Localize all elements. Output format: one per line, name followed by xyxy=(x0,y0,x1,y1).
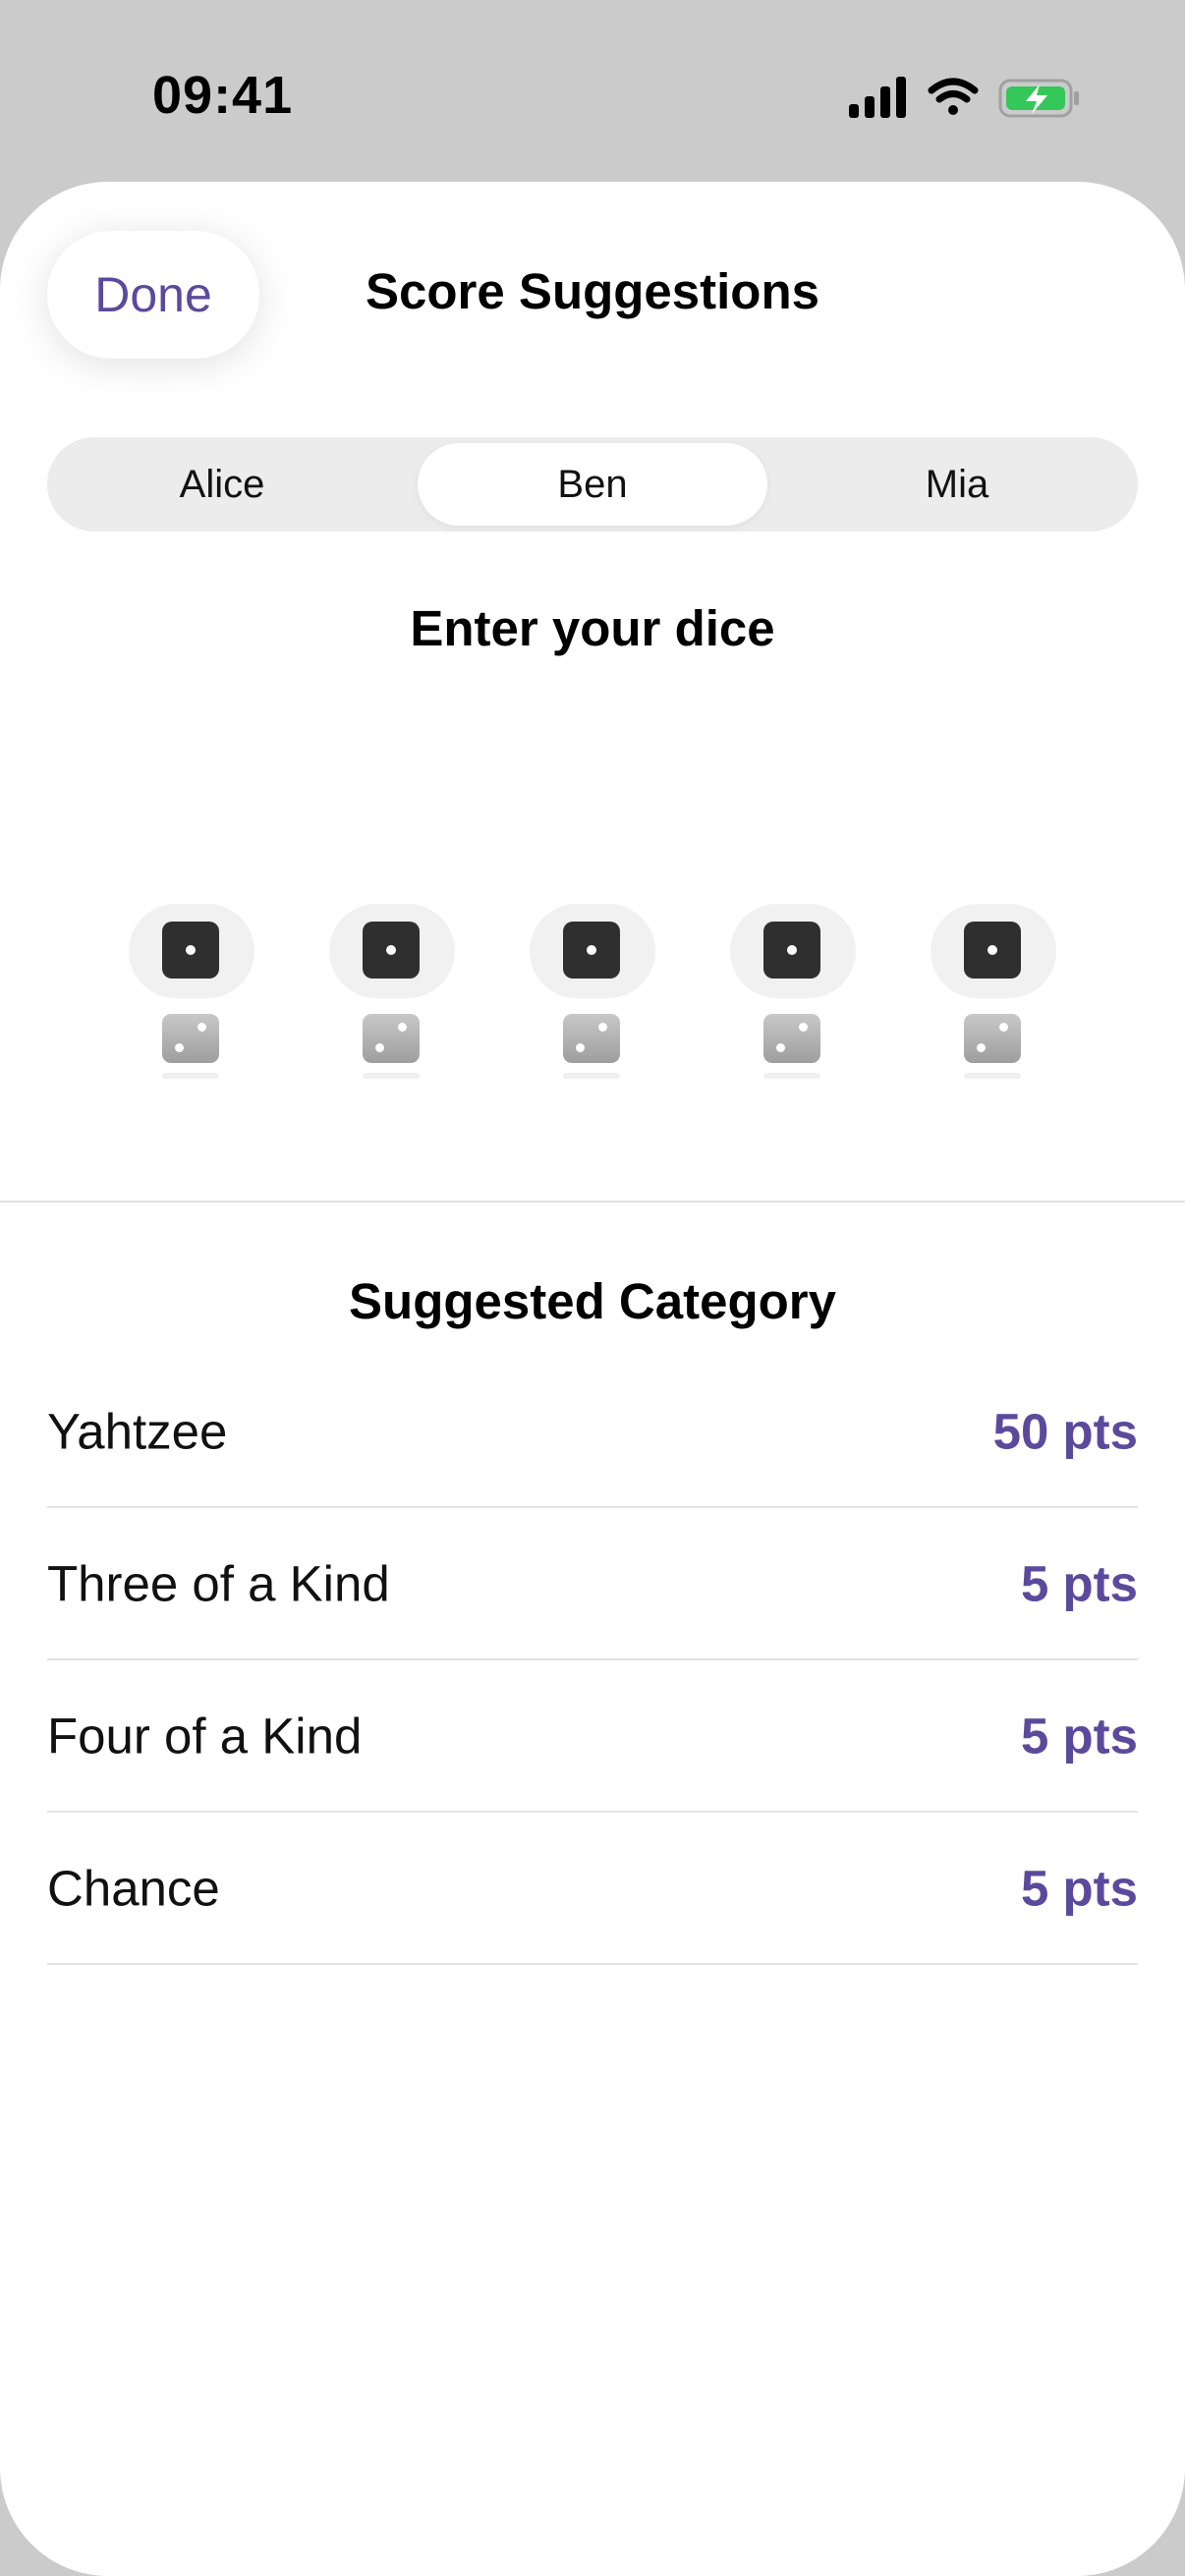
die-three-icon xyxy=(763,1073,820,1079)
points-value: 50 pts xyxy=(992,1403,1138,1459)
die-three-icon xyxy=(363,1073,420,1079)
battery-charging-icon xyxy=(998,79,1079,118)
die-two-icon[interactable] xyxy=(563,1014,620,1063)
die-two-icon[interactable] xyxy=(763,1014,820,1063)
die-one-icon xyxy=(763,922,820,979)
die-three-icon xyxy=(162,1073,219,1079)
die-picker-5[interactable] xyxy=(931,904,1056,1287)
player-tab-mia[interactable]: Mia xyxy=(782,443,1132,526)
player-tab-alice[interactable]: Alice xyxy=(47,443,397,526)
category-label: Yahtzee xyxy=(47,1403,228,1459)
die-picker-4[interactable] xyxy=(730,904,856,1287)
points-value: 5 pts xyxy=(1020,1708,1138,1764)
status-icons xyxy=(847,71,1083,126)
suggestion-row-three-of-a-kind[interactable]: Three of a Kind 5 pts xyxy=(47,1508,1138,1660)
suggestion-row-yahtzee[interactable]: Yahtzee 50 pts xyxy=(47,1356,1138,1508)
die-two-icon[interactable] xyxy=(162,1014,219,1063)
die-picker-3[interactable] xyxy=(530,904,655,1287)
wifi-icon xyxy=(928,78,979,115)
points-value: 5 pts xyxy=(1020,1555,1138,1611)
die-one-icon xyxy=(563,922,620,979)
enter-dice-title: Enter your dice xyxy=(410,600,775,656)
status-time: 09:41 xyxy=(152,66,294,125)
category-label: Chance xyxy=(47,1860,220,1916)
player-segmented-control: Alice Ben Mia xyxy=(47,437,1138,532)
die-one-icon xyxy=(363,922,420,979)
die-three-icon xyxy=(964,1073,1021,1079)
die-picker-2[interactable] xyxy=(329,904,455,1287)
dice-picker-row xyxy=(0,904,1185,1287)
suggestion-row-four-of-a-kind[interactable]: Four of a Kind 5 pts xyxy=(47,1660,1138,1813)
die-two-icon[interactable] xyxy=(363,1014,420,1063)
die-three-icon xyxy=(563,1073,620,1079)
suggestion-list: Yahtzee 50 pts Three of a Kind 5 pts Fou… xyxy=(47,1356,1138,1965)
suggested-category-title: Suggested Category xyxy=(349,1273,836,1329)
die-two-icon[interactable] xyxy=(964,1014,1021,1063)
status-icons-svg xyxy=(849,77,1079,118)
score-suggestions-sheet: Done Score Suggestions Alice Ben Mia Ent… xyxy=(0,182,1185,2576)
section-divider xyxy=(0,1201,1185,1203)
player-tab-ben[interactable]: Ben xyxy=(418,443,767,526)
category-label: Three of a Kind xyxy=(47,1555,390,1611)
die-picker-1[interactable] xyxy=(129,904,254,1287)
category-label: Four of a Kind xyxy=(47,1708,363,1764)
points-value: 5 pts xyxy=(1020,1860,1138,1916)
suggestion-row-chance[interactable]: Chance 5 pts xyxy=(47,1813,1138,1965)
status-bar: 09:41 xyxy=(0,0,1185,182)
die-one-icon xyxy=(964,922,1021,979)
sheet-title: Score Suggestions xyxy=(366,263,819,319)
cellular-signal-icon xyxy=(849,77,906,118)
die-one-icon xyxy=(162,922,219,979)
